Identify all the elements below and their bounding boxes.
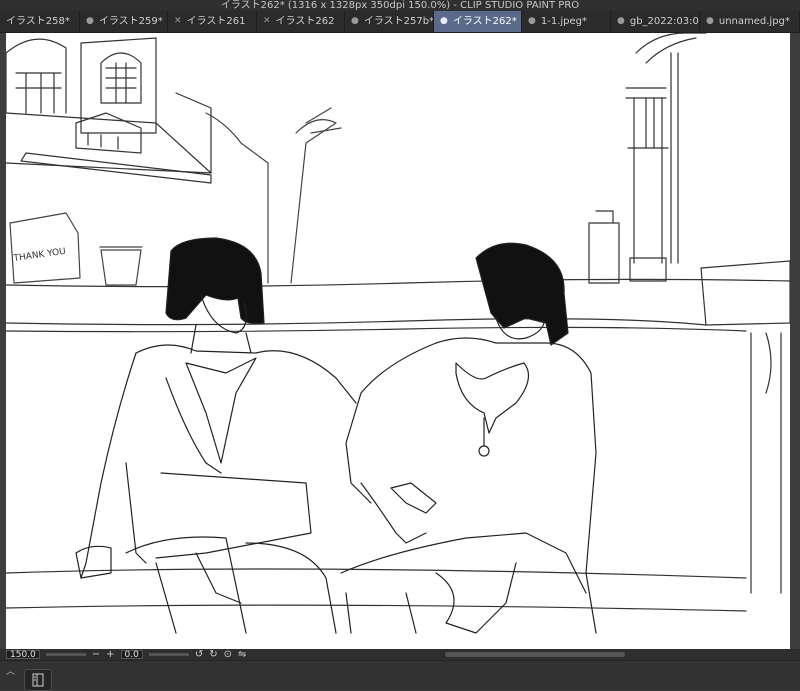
- close-icon[interactable]: ✕: [263, 11, 271, 32]
- unsaved-dot-icon: ●: [528, 16, 536, 26]
- building-sketch: [6, 37, 212, 184]
- tab-label: gb_2022:03:01: [629, 16, 700, 27]
- figure-right: [340, 242, 597, 634]
- tab-label: 1-1.jpeg*: [540, 16, 587, 27]
- tab-label: イラスト262: [275, 16, 335, 27]
- tab-illust-258[interactable]: イラスト258*: [0, 11, 80, 32]
- tab-label: イラスト258*: [6, 16, 70, 27]
- document-tab-bar: イラスト258* ● イラスト259* ✕ イラスト261 ✕ イラスト262 …: [0, 11, 800, 33]
- figure-left: [75, 237, 357, 634]
- unsaved-dot-icon: ●: [351, 16, 359, 26]
- zoom-slider[interactable]: [45, 653, 86, 656]
- line-art-sketch: THANK YOU: [6, 33, 790, 634]
- unsaved-dot-icon: ●: [617, 16, 625, 26]
- status-bar: 150.0 − + 0.0 ↺ ↻ ⊙ ⇋: [0, 649, 800, 660]
- rotate-left-icon[interactable]: ↺: [195, 649, 203, 660]
- rotate-right-icon[interactable]: ↻: [209, 649, 217, 660]
- tab-illust-262-active[interactable]: ● イラスト262*: [434, 11, 522, 32]
- columns-sketch: [588, 33, 707, 284]
- thank-you-lettering: THANK YOU: [12, 247, 66, 264]
- tab-label: イラスト257b*: [363, 16, 434, 27]
- horizontal-scrollbar[interactable]: [445, 652, 625, 657]
- bottom-panel-bar: ︿: [0, 660, 800, 691]
- stone-wall: [6, 260, 790, 612]
- panel-toggle-icon: [32, 673, 44, 687]
- panel-toggle-button[interactable]: [24, 669, 52, 691]
- tab-illust-262[interactable]: ✕ イラスト262: [257, 11, 345, 32]
- tab-gb-2022[interactable]: ● gb_2022:03:01: [611, 11, 700, 32]
- tab-label: イラスト261: [186, 16, 246, 27]
- unsaved-dot-icon: ●: [706, 16, 714, 26]
- window-title: イラスト262* (1316 x 1328px 350dpi 150.0%) -…: [0, 0, 800, 11]
- tab-unnamed-jpg[interactable]: ● unnamed.jpg*: [700, 11, 800, 32]
- tab-illust-257b[interactable]: ● イラスト257b*: [345, 11, 434, 32]
- cup-and-sign: [9, 212, 143, 286]
- rotation-angle-input[interactable]: 0.0: [120, 650, 143, 660]
- unsaved-dot-icon: ●: [440, 16, 448, 26]
- rotation-slider[interactable]: [148, 653, 189, 656]
- tab-label: イラスト262*: [452, 16, 517, 27]
- tab-label: イラスト259*: [98, 16, 163, 27]
- tab-illust-261[interactable]: ✕ イラスト261: [168, 11, 257, 32]
- unsaved-dot-icon: ●: [86, 16, 94, 26]
- canvas-area[interactable]: THANK YOU: [0, 33, 800, 649]
- zoom-out-button[interactable]: −: [92, 649, 100, 660]
- tab-label: unnamed.jpg*: [718, 16, 790, 27]
- close-icon[interactable]: ✕: [174, 11, 182, 32]
- flip-horizontal-icon[interactable]: ⇋: [238, 649, 246, 660]
- zoom-in-button[interactable]: +: [106, 649, 114, 660]
- tab-1-1-jpeg[interactable]: ● 1-1.jpeg*: [522, 11, 611, 32]
- caret-up-icon[interactable]: ︿: [6, 664, 15, 677]
- reset-rotation-icon[interactable]: ⊙: [224, 649, 232, 660]
- zoom-input[interactable]: 150.0: [6, 650, 40, 660]
- tab-illust-259[interactable]: ● イラスト259*: [80, 11, 168, 32]
- drawing-canvas[interactable]: THANK YOU: [6, 33, 790, 649]
